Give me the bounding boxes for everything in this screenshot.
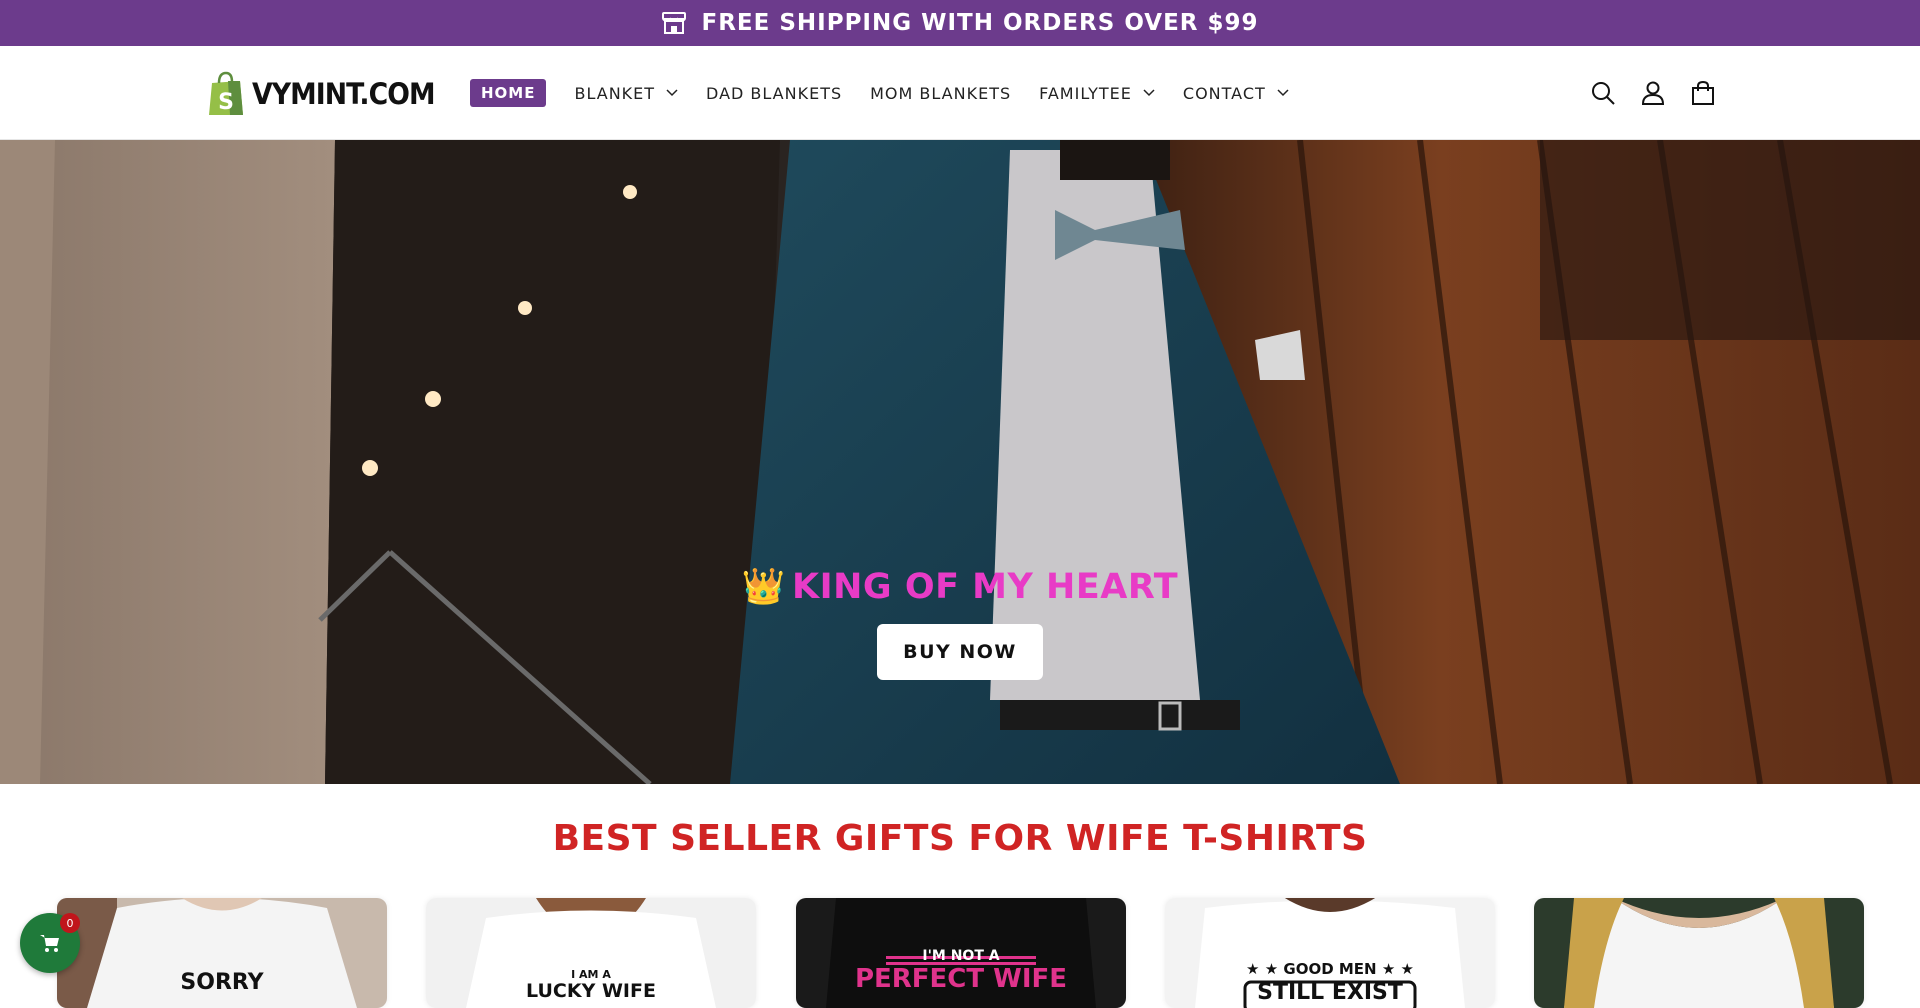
account-icon [1641, 81, 1665, 105]
nav-item-familytee[interactable]: FAMILYTEE [1039, 84, 1155, 103]
account-button[interactable] [1628, 68, 1678, 118]
nav-item-blanket[interactable]: BLANKET [574, 84, 678, 103]
site-header: S VYMINT.COM HOME BLANKET DAD BLANKETS M… [0, 46, 1920, 140]
product-card[interactable]: ★ ★ GOOD MEN ★ ★ STILL EXIST [1165, 898, 1495, 1008]
nav-item-contact[interactable]: CONTACT [1183, 84, 1289, 103]
nav-label: HOME [481, 84, 536, 102]
nav-label: MOM BLANKETS [870, 83, 1012, 103]
nav-item-mom-blankets[interactable]: MOM BLANKETS [870, 84, 1011, 103]
header-icons [1578, 46, 1728, 140]
cart-count-badge: 0 [60, 913, 80, 933]
site-logo[interactable]: S VYMINT.COM [206, 70, 451, 118]
crown-icon: 👑 [741, 567, 786, 607]
nav-label: FAMILYTEE [1039, 83, 1132, 103]
product-card-text: SORRY [180, 970, 264, 995]
nav-item-dad-blankets[interactable]: DAD BLANKETS [706, 84, 842, 103]
product-card[interactable] [1534, 898, 1864, 1008]
product-card-text-line2: PERFECT WIFE [854, 964, 1068, 994]
logo-text: VYMINT.COM [252, 77, 436, 111]
search-button[interactable] [1578, 68, 1628, 118]
product-card-text-line2: LUCKY WIFE [526, 980, 656, 1002]
nav-label: CONTACT [1182, 83, 1266, 103]
product-card[interactable]: SORRY [57, 898, 387, 1008]
product-image [1534, 898, 1864, 1008]
shopping-bag-logo: S [209, 71, 243, 115]
product-card[interactable]: I AM A LUCKY WIFE [426, 898, 756, 1008]
product-card[interactable]: I'M NOT A PERFECT WIFE [796, 898, 1126, 1008]
announcement-text: FREE SHIPPING WITH ORDERS OVER $99 [701, 10, 1259, 36]
hero-heading: 👑 KING OF MY HEART [0, 566, 1920, 607]
search-icon [1592, 82, 1615, 105]
hero-heading-text: KING OF MY HEART [791, 567, 1179, 607]
product-grid: SORRY I AM A LUCKY WIFE I'M NOT A PERFEC… [57, 898, 1864, 1008]
storefront-icon [662, 12, 687, 34]
chevron-down-icon [666, 89, 678, 97]
floating-cart-button[interactable]: 0 [20, 913, 80, 973]
nav-item-home[interactable]: HOME [470, 79, 547, 107]
hero-image [0, 140, 1920, 784]
chevron-down-icon [1143, 89, 1155, 97]
nav-label: BLANKET [574, 83, 656, 103]
cart-icon [40, 935, 59, 952]
product-card-text-line1: I'M NOT A [922, 948, 1000, 964]
nav-label: DAD BLANKETS [706, 83, 843, 103]
svg-text:S: S [218, 90, 234, 115]
section-title: BEST SELLER GIFTS FOR WIFE T-SHIRTS [552, 818, 1368, 859]
buy-now-button[interactable]: BUY NOW [877, 624, 1043, 680]
announcement-bar: FREE SHIPPING WITH ORDERS OVER $99 [0, 0, 1920, 46]
main-nav: HOME BLANKET DAD BLANKETS MOM BLANKETS F… [470, 46, 1317, 140]
cart-icon [1692, 80, 1714, 105]
hero-banner: 👑 KING OF MY HEART BUY NOW [0, 140, 1920, 784]
chevron-down-icon [1277, 89, 1289, 97]
cart-button[interactable] [1678, 68, 1728, 118]
product-card-text-line1: ★ ★ GOOD MEN ★ ★ [1246, 960, 1414, 978]
